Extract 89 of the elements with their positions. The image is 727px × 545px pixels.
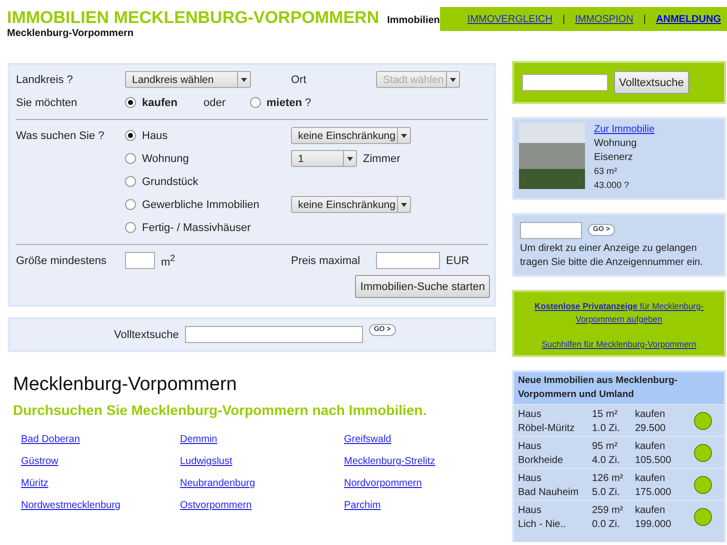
radio-option[interactable]: Wohnung: [125, 152, 291, 164]
region-link[interactable]: Mecklenburg-Strelitz: [344, 456, 496, 478]
listing-price: 29.500: [635, 422, 666, 434]
radio-option[interactable]: Fertig- / Massivhäuser: [125, 222, 291, 234]
region-link[interactable]: Bad Doberan: [21, 434, 180, 456]
help-text: Um direkt zu einer Anzeige zu gelangen tragen Sie bitte die Anzeigennummer ein.: [520, 242, 704, 270]
listing-size: 259 m²: [592, 504, 624, 516]
unit-label: Zimmer: [363, 152, 400, 164]
listing-deal: kaufen: [635, 504, 666, 516]
promo-link[interactable]: Kostenlose Privatanzeige für Mecklenburg-Vorpommern aufgeben: [520, 300, 718, 326]
listing-price: 105.500: [635, 454, 672, 466]
listing-size: 15 m²: [592, 408, 619, 420]
field-label: Was suchen Sie ?: [16, 130, 106, 142]
price-input[interactable]: [376, 252, 440, 269]
nav-link[interactable]: IMMOVERGLEICH: [467, 14, 552, 24]
listing-price: 175.000: [635, 486, 672, 498]
fulltext-button[interactable]: Volltextsuche: [614, 71, 689, 94]
listing-type: Haus: [518, 440, 542, 452]
region-link[interactable]: Demmin: [180, 434, 344, 456]
listing-price: 199.000: [635, 518, 672, 530]
listing-place: Lich - Nie..: [518, 518, 567, 530]
status-dot-icon: [694, 412, 712, 430]
photo-placeholder: [519, 123, 585, 189]
option-select[interactable]: 1: [291, 150, 357, 167]
region-link[interactable]: Neubrandenburg: [180, 478, 344, 500]
region-link[interactable]: Ostvorpommern: [180, 500, 344, 522]
listing-size: 95 m²: [592, 440, 619, 452]
field-label: Größe mindestens: [16, 254, 108, 266]
option-select[interactable]: keine Einschränkung: [291, 196, 411, 213]
region-link[interactable]: Nordwestmecklenburg: [21, 500, 180, 522]
option-select[interactable]: keine Einschränkung: [291, 127, 411, 144]
status-dot-icon: [694, 508, 712, 526]
radio-option[interactable]: mieten ?: [250, 96, 312, 108]
ad-number-input[interactable]: [520, 222, 582, 239]
listing-rooms: 1.0 Zi.: [592, 422, 621, 434]
listing-place: Bad Nauheim: [518, 486, 580, 498]
nav-separator: |: [562, 14, 566, 24]
region-link[interactable]: Müritz: [21, 478, 180, 500]
nav-link[interactable]: IMMOSPION: [575, 14, 634, 24]
radio-option[interactable]: kaufen: [125, 96, 178, 108]
status-dot-icon: [694, 444, 712, 462]
listing-type: Haus: [518, 472, 542, 484]
property-detail: Eisenerz: [594, 151, 634, 164]
radio-option[interactable]: Grundstück: [125, 176, 291, 188]
field-label: Preis maximal: [291, 254, 362, 266]
property-detail: 63 m²: [594, 165, 618, 178]
joiner-text: oder: [203, 96, 226, 108]
search-button[interactable]: Immobilien-Suche starten: [355, 275, 490, 298]
listing-deal: kaufen: [635, 440, 666, 452]
unit-label: EUR: [446, 254, 470, 266]
listing-size: 126 m²: [592, 472, 624, 484]
landkreis-select[interactable]: Landkreis wählen: [125, 71, 251, 88]
region-link[interactable]: Nordvorpommern: [344, 478, 496, 500]
listing-place: Borkheide: [518, 454, 564, 466]
site-title: IMMOBILIEN MECKLENBURG-VORPOMMERN: [7, 8, 380, 28]
region-link[interactable]: Greifswald: [344, 434, 496, 456]
listing-rooms: 4.0 Zi.: [592, 454, 621, 466]
region-link[interactable]: Ludwigslust: [180, 456, 344, 478]
unit-label: m$^{2}$: [161, 252, 176, 268]
fulltext-input[interactable]: [184, 326, 363, 343]
region-link[interactable]: Parchim: [344, 500, 496, 522]
region-link[interactable]: Güstrow: [21, 456, 180, 478]
listing-place: Röbel-Müritz: [518, 422, 576, 434]
panel-title: Neue Immobilien aus Mecklenburg-Vorpommern und Umland: [514, 372, 724, 404]
promo-link[interactable]: Suchhilfen für Mecklenburg-Vorpommern: [542, 338, 696, 351]
listing-rooms: 5.0 Zi.: [592, 486, 621, 498]
listing-deal: kaufen: [635, 408, 666, 420]
size-input[interactable]: [125, 252, 155, 269]
nav-separator: |: [643, 14, 646, 24]
tagline: Immobilien: [387, 15, 440, 26]
property-link[interactable]: Zur Immobilie: [594, 123, 655, 136]
page-heading: Mecklenburg-Vorpommern: [13, 374, 238, 396]
property-detail: Wohnung: [594, 137, 638, 150]
property-detail: 43.000 ?: [594, 179, 630, 192]
tagline: Mecklenburg-Vorpommern: [7, 28, 134, 39]
field-label: Volltextsuche: [114, 328, 179, 340]
listing-deal: kaufen: [635, 472, 666, 484]
field-label: Landkreis ?: [16, 74, 74, 86]
status-dot-icon: [694, 476, 712, 494]
listing-type: Haus: [518, 408, 542, 420]
sidebar-search-input[interactable]: [522, 74, 608, 91]
listing-rooms: 0.0 Zi.: [592, 518, 621, 530]
field-label: Sie möchten: [16, 96, 78, 108]
radio-option[interactable]: Haus: [125, 130, 291, 142]
nav-link[interactable]: ANMELDUNG: [656, 14, 721, 24]
page-subheading: Durchsuchen Sie Mecklenburg-Vorpommern nach Immobilien.: [13, 402, 428, 418]
radio-option[interactable]: Gewerbliche Immobilien: [125, 198, 291, 210]
listing-type: Haus: [518, 504, 542, 516]
field-label: Ort: [291, 74, 308, 86]
